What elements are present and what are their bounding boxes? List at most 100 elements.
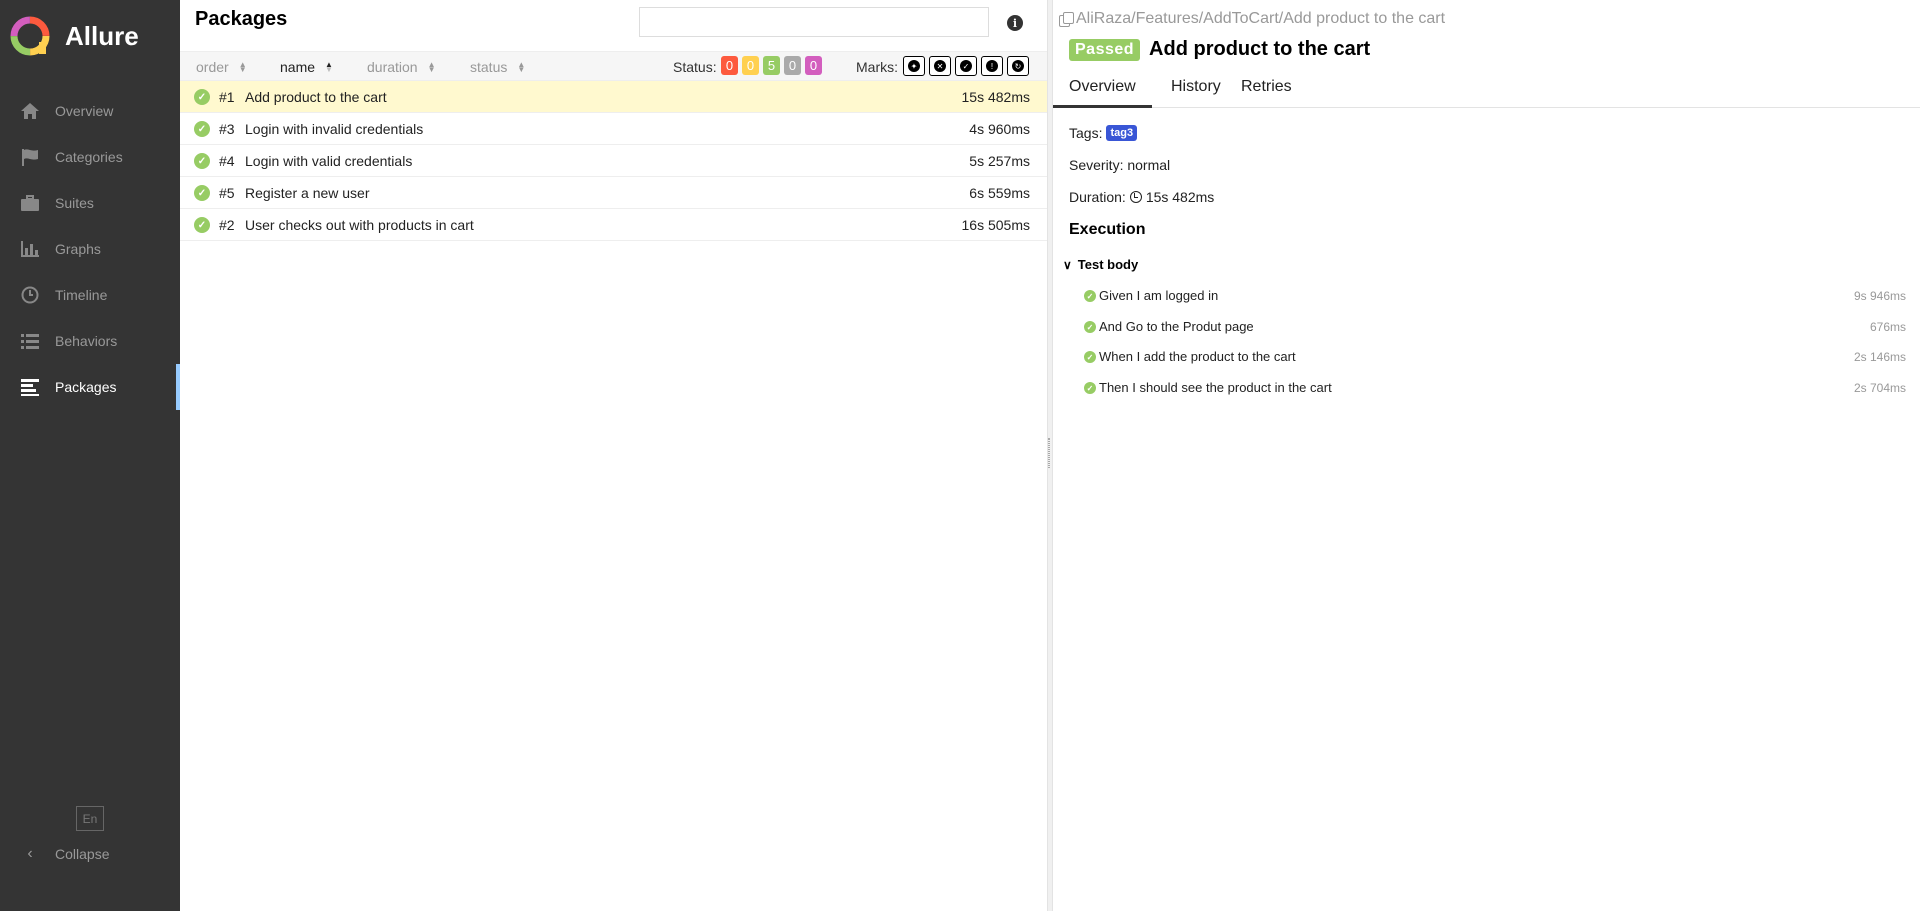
table-row[interactable]: ✓ #1 Add product to the cart 15s 482ms [180,81,1047,113]
status-failed-toggle[interactable]: 0 [721,56,738,75]
sort-duration[interactable]: duration ▲ ▼ [367,59,436,75]
passed-status-icon: ✓ [194,217,210,233]
drag-handle-icon [1048,438,1050,468]
test-details-pane: AliRaza/Features/AddToCart/Add product t… [1053,0,1920,911]
copy-icon[interactable] [1059,12,1074,27]
retries-icon: ↻ [1012,60,1024,72]
test-body-toggle[interactable]: ∨ Test body [1063,257,1138,272]
table-row[interactable]: ✓ #5 Register a new user 6s 559ms [180,177,1047,209]
tags-label: Tags: [1069,125,1103,141]
language-switcher[interactable]: En [76,806,104,831]
row-duration: 15s 482ms [961,89,1030,105]
sort-duration-label: duration [367,59,418,75]
briefcase-icon [19,192,41,214]
sidebar-item-label: Overview [55,103,114,119]
chevron-left-icon: ‹ [27,845,33,862]
sort-arrows-icon: ▲ ▼ [325,60,333,74]
step-duration: 2s 704ms [1853,381,1906,395]
step-row[interactable]: ✓ When I add the product to the cart 2s … [1084,348,1906,368]
sort-arrows-icon: ▲ ▼ [427,60,436,74]
search-input[interactable] [639,7,989,37]
sidebar-item-behaviors[interactable]: Behaviors [0,318,180,364]
new-broken-icon: ! [986,60,998,72]
mark-new-passed-button[interactable]: ✓ [955,56,977,76]
row-order: #2 [219,217,235,233]
row-name: Register a new user [245,185,370,201]
flag-icon [19,146,41,168]
passed-status-icon: ✓ [1084,321,1096,333]
sort-status[interactable]: status ▲ ▼ [470,59,525,75]
step-name: When I add the product to the cart [1099,349,1296,364]
mark-retries-button[interactable]: ↻ [1007,56,1029,76]
sidebar-item-label: Behaviors [55,333,118,349]
test-body-label: Test body [1077,257,1139,272]
step-duration: 2s 146ms [1853,350,1906,364]
table-row[interactable]: ✓ #4 Login with valid credentials 5s 257… [180,145,1047,177]
status-skipped-toggle[interactable]: 0 [784,56,801,75]
test-header: Passed Add product to the cart [1069,38,1370,61]
row-order: #1 [219,89,235,105]
bar-chart-icon [19,238,41,260]
brand[interactable]: Allure [0,0,180,72]
marks-filter-label: Marks: [856,59,898,75]
tag-badge: tag3 [1106,125,1138,141]
table-row[interactable]: ✓ #2 User checks out with products in ca… [180,209,1047,241]
table-row[interactable]: ✓ #3 Login with invalid credentials 4s 9… [180,113,1047,145]
mark-flaky-button[interactable]: ✦ [903,56,925,76]
step-row[interactable]: ✓ Given I am logged in 9s 946ms [1084,287,1906,307]
step-name: And Go to the Produt page [1099,319,1254,334]
new-failed-icon: ✕ [934,60,946,72]
sidebar-item-label: Categories [55,149,123,165]
collapse-label: Collapse [55,846,110,862]
status-broken-toggle[interactable]: 0 [742,56,759,75]
passed-status-icon: ✓ [194,89,210,105]
clock-icon [19,284,41,306]
collapse-button[interactable]: ‹ Collapse [19,845,109,863]
row-name: Login with valid credentials [245,153,413,169]
passed-status-icon: ✓ [1084,382,1096,394]
new-passed-icon: ✓ [960,60,972,72]
sidebar-item-label: Graphs [55,241,101,257]
step-name: Given I am logged in [1099,288,1219,303]
row-name: Add product to the cart [245,89,387,105]
row-duration: 16s 505ms [961,217,1030,233]
sort-arrows-icon: ▲ ▼ [517,60,526,74]
detail-tabs: Overview History Retries [1053,76,1920,108]
align-left-icon [19,376,41,398]
sidebar-item-label: Suites [55,195,94,211]
sidebar-item-suites[interactable]: Suites [0,180,180,226]
step-duration: 676ms [1869,320,1906,334]
tab-retries[interactable]: Retries [1225,78,1308,108]
passed-status-icon: ✓ [1084,351,1096,363]
sidebar-item-overview[interactable]: Overview [0,88,180,134]
status-filter-label: Status: [673,59,717,75]
sort-bar: order ▲ ▼ name ▲ ▼ duration ▲ ▼ status ▲ ▼ S… [180,51,1047,81]
info-icon[interactable]: i [1007,15,1023,31]
list-icon [19,330,41,352]
test-title: Add product to the cart [1149,38,1371,60]
passed-status-icon: ✓ [194,185,210,201]
sort-order-label: order [196,59,229,75]
status-badge: Passed [1069,38,1141,61]
step-row[interactable]: ✓ Then I should see the product in the c… [1084,379,1906,399]
sort-order[interactable]: order ▲ ▼ [196,59,247,75]
step-row[interactable]: ✓ And Go to the Produt page 676ms [1084,318,1906,338]
packages-pane: Packages i order ▲ ▼ name ▲ ▼ duration ▲ ▼ … [180,0,1047,911]
sidebar-item-timeline[interactable]: Timeline [0,272,180,318]
test-list: ✓ #1 Add product to the cart 15s 482ms ✓… [180,81,1047,241]
mark-new-broken-button[interactable]: ! [981,56,1003,76]
mark-new-failed-button[interactable]: ✕ [929,56,951,76]
sort-name[interactable]: name ▲ ▼ [280,59,333,75]
sidebar-item-categories[interactable]: Categories [0,134,180,180]
status-unknown-toggle[interactable]: 0 [805,56,822,75]
status-passed-toggle[interactable]: 5 [763,56,780,75]
sidebar-nav: Overview Categories Suites Graphs Timeli… [0,88,180,410]
sidebar-item-packages[interactable]: Packages [0,364,180,410]
sort-status-label: status [470,59,508,75]
row-name: Login with invalid credentials [245,121,424,137]
breadcrumb[interactable]: AliRaza/Features/AddToCart/Add product t… [1059,10,1445,28]
sidebar-item-label: Timeline [55,287,108,303]
passed-status-icon: ✓ [194,153,210,169]
tab-overview[interactable]: Overview [1053,78,1152,108]
sidebar-item-graphs[interactable]: Graphs [0,226,180,272]
